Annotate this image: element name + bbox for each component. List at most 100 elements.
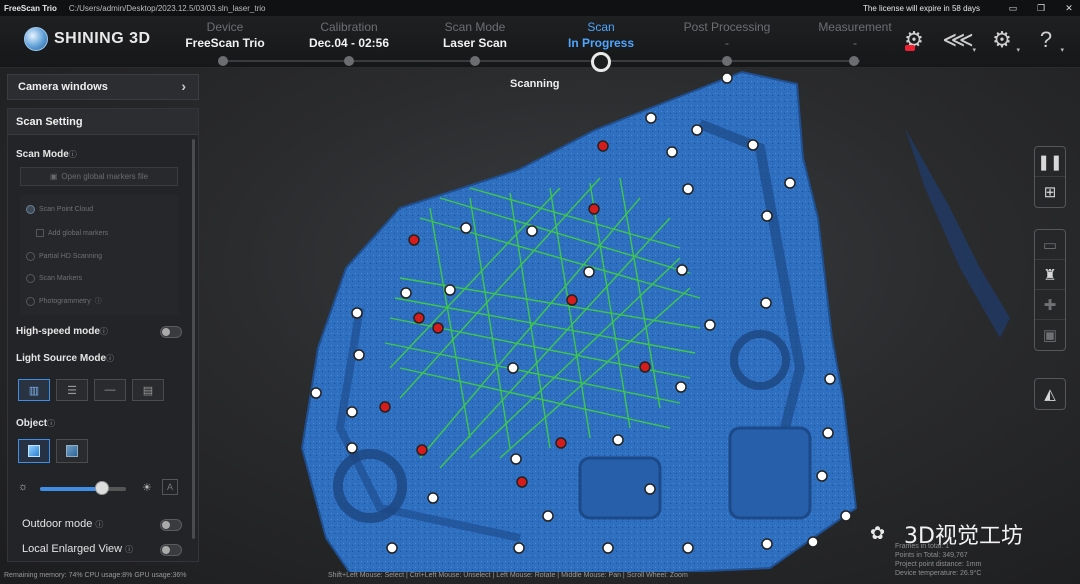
auto-brightness-button[interactable]: A	[162, 479, 178, 495]
step-caption: Post Processing	[683, 20, 771, 34]
marker-white	[682, 183, 694, 195]
record-badge	[905, 45, 915, 51]
brightness-slider[interactable]: ☼ ☀ A	[18, 479, 178, 499]
step-value: In Progress	[567, 36, 635, 50]
panel-scrollbar[interactable]	[192, 139, 195, 539]
marker-white	[346, 442, 358, 454]
local-enlarged-toggle[interactable]	[160, 544, 182, 556]
marker-red	[555, 437, 567, 449]
marker-white	[644, 483, 656, 495]
slider-fill	[40, 487, 102, 491]
help-icon[interactable]: ? ▾	[1032, 26, 1064, 54]
marker-white	[602, 542, 614, 554]
clean-button[interactable]: ♜	[1035, 260, 1065, 290]
points-total: Points in Total: 349,767	[895, 552, 968, 559]
puzzle-icon: ✚	[1043, 296, 1057, 314]
outdoor-toggle[interactable]	[160, 519, 182, 531]
marker-red	[566, 294, 578, 306]
scan-mode-label: Scan Mode	[16, 149, 69, 160]
marker-white	[666, 146, 678, 158]
marker-white	[460, 222, 472, 234]
marker-red	[588, 203, 600, 215]
camera-windows-button[interactable]: Camera windows ›	[7, 74, 199, 100]
marker-red	[416, 444, 428, 456]
chevron-right-icon: ›	[181, 78, 186, 94]
marker-white	[612, 434, 624, 446]
pause-button[interactable]: ❚❚	[1035, 147, 1065, 177]
option-photogrammetry[interactable]: Photogrammetry ⓘ	[26, 296, 102, 306]
object-reflective-button[interactable]	[56, 439, 88, 463]
marker-red	[597, 140, 609, 152]
view-fit-button[interactable]: ⊞	[1035, 177, 1065, 207]
step-scan[interactable]: Scan In Progress	[536, 20, 666, 50]
object-label: Object	[16, 418, 48, 429]
share-icon[interactable]: ⋘ ▾	[942, 26, 976, 54]
point-cloud-fragment	[905, 128, 1010, 338]
top-icons: ⚙ ⋘ ▾ ⚙ ▾ ? ▾	[900, 26, 1064, 54]
object-heading: Objectⓘ	[16, 418, 55, 429]
option-scan-point-cloud[interactable]: Scan Point Cloud	[26, 205, 93, 214]
step-dot	[849, 56, 859, 66]
minimize-icon[interactable]: ▭	[1008, 3, 1018, 14]
brand-name: SHINING 3D	[54, 30, 151, 47]
slider-knob[interactable]	[95, 481, 109, 495]
radio-icon	[26, 296, 35, 306]
marker-white	[840, 510, 852, 522]
step-dot	[722, 56, 732, 66]
marker-white	[760, 297, 772, 309]
step-value: FreeScan Trio	[185, 36, 265, 50]
close-icon[interactable]: ✕	[1064, 3, 1074, 14]
view-fit-icon: ⊞	[1043, 184, 1057, 201]
light-single-line-button[interactable]: —	[94, 379, 126, 401]
high-speed-toggle[interactable]	[160, 326, 182, 338]
scan-setting-header: Scan Setting	[8, 109, 198, 135]
step-device[interactable]: Device FreeScan Trio	[160, 20, 290, 50]
step-value: Laser Scan	[442, 36, 508, 50]
marker-white	[807, 536, 819, 548]
pause-icon: ❚❚	[1037, 153, 1063, 171]
puzzle-button[interactable]: ✚	[1035, 290, 1065, 320]
checkbox-icon	[36, 229, 44, 237]
save-button[interactable]: ▣	[1035, 320, 1065, 350]
frames-total: Frames in total: 1	[895, 543, 950, 550]
marker-red	[516, 476, 528, 488]
step-value: Dec.04 - 02:56	[308, 36, 390, 50]
license-notice: The license will expire in 58 days	[863, 3, 980, 13]
local-enlarged-label: Local Enlarged View	[22, 543, 123, 555]
step-scan-mode[interactable]: Scan Mode Laser Scan	[410, 20, 540, 50]
open-markers-button[interactable]: ▣ Open global markers file	[20, 167, 178, 186]
marker-white	[583, 266, 595, 278]
gear-icon[interactable]: ⚙ ▾	[988, 26, 1020, 54]
step-calibration[interactable]: Calibration Dec.04 - 02:56	[284, 20, 414, 50]
option-partial-hd[interactable]: Partial HD Scanning	[26, 252, 102, 261]
record-icon[interactable]: ⚙	[900, 26, 928, 54]
light-source-label: Light Source Mode	[16, 353, 106, 364]
scan-stats: Frames in total: 1 Points in Total: 349,…	[895, 542, 981, 578]
file-icon: ▣	[49, 172, 58, 181]
light-cross-lines-button[interactable]: ▥	[18, 379, 50, 401]
object-solid-button[interactable]	[18, 439, 50, 463]
light-area-button[interactable]: ▤	[132, 379, 164, 401]
maximize-icon[interactable]: ❐	[1036, 3, 1046, 14]
frame-button[interactable]: ▭	[1035, 230, 1065, 260]
system-status: Remaining memory: 74% CPU usage:8% GPU u…	[4, 572, 187, 579]
marker-white	[510, 453, 522, 465]
option-scan-markers[interactable]: Scan Markers	[26, 274, 82, 283]
viewport-title: Scanning	[510, 78, 560, 90]
step-dot	[344, 56, 354, 66]
marker-white	[346, 406, 358, 418]
render-mode-button[interactable]: ◭	[1035, 379, 1065, 409]
scan-setting-panel: Scan Setting Scan Modeⓘ ▣ Open global ma…	[7, 108, 199, 562]
marker-white	[676, 264, 688, 276]
step-caption: Scan	[587, 20, 615, 34]
step-caption: Calibration	[320, 20, 378, 34]
step-post-processing[interactable]: Post Processing -	[662, 20, 792, 50]
marker-white	[691, 124, 703, 136]
window-controls: ▭ ❐ ✕	[1008, 3, 1074, 14]
option-add-global-markers[interactable]: Add global markers	[26, 229, 108, 237]
step-dot	[470, 56, 480, 66]
light-parallel-lines-button[interactable]: ☰	[56, 379, 88, 401]
cube-icon	[28, 445, 40, 457]
radio-icon	[26, 205, 35, 214]
caret-down-icon: ▾	[1060, 47, 1064, 54]
